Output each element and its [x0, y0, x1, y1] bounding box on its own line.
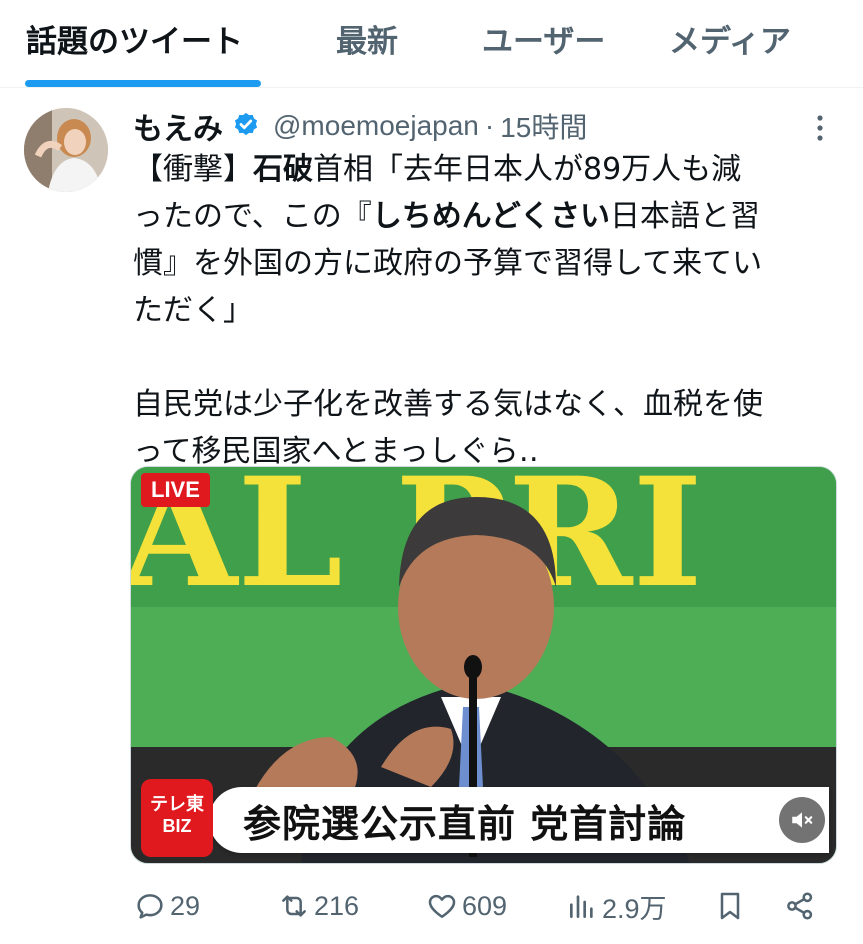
bookmark-icon [720, 892, 740, 920]
tab-latest[interactable]: 最新 [336, 20, 398, 64]
active-tab-indicator [25, 80, 261, 87]
tweet-actions: 29 216 609 2.9万 [130, 882, 835, 930]
video-caption: 参院選公示直前 党首討論 [243, 801, 687, 846]
share-button[interactable] [784, 888, 820, 924]
tab-top-tweets[interactable]: 話題のツイート [26, 20, 243, 64]
video-caption-bar: 参院選公示直前 党首討論 [209, 787, 829, 853]
heart-icon [428, 894, 456, 918]
verified-badge-icon [234, 112, 258, 136]
author-handle[interactable]: @moemoejapan [273, 110, 479, 142]
tweet-text-line: ったので、この『しちめんどくさい日本語と習 [133, 199, 761, 234]
bookmark-button[interactable] [714, 888, 750, 924]
tweet-video[interactable]: AL PRI LIVE 参院選公示直前 党首討論 テレ東 BIZ [130, 466, 837, 864]
tweet-text-line: 【衝撃】石破首相「去年日本人が89万人も減 [133, 152, 742, 187]
tweet-text-line: 慣』を外国の方に政府の予算で習得して来てい [133, 246, 763, 281]
meta-separator: · [484, 110, 495, 141]
author-name[interactable]: もえみ [133, 104, 223, 148]
reply-icon [137, 894, 163, 919]
retweet-icon [282, 895, 306, 917]
tweet-text-line: 自民党は少子化を改善する気はなく、血税を使 [133, 387, 763, 422]
retweet-count: 216 [314, 890, 360, 921]
views-count: 2.9万 [602, 893, 667, 924]
tab-users[interactable]: ユーザー [482, 20, 605, 64]
broadcaster-logo: テレ東 BIZ [141, 779, 213, 857]
search-tabs: 話題のツイート 最新 ユーザー メディア [0, 0, 863, 88]
share-icon [787, 892, 813, 920]
avatar[interactable] [24, 108, 108, 192]
reply-count: 29 [170, 890, 201, 921]
live-badge: LIVE [141, 473, 210, 507]
tweet-header: もえみ @moemoejapan · 15時間 [133, 104, 587, 148]
tweet-text-line: ただく」 [133, 293, 253, 328]
reply-button[interactable]: 29 [134, 888, 200, 924]
tab-media[interactable]: メディア [669, 20, 791, 64]
views-button[interactable]: 2.9万 [566, 888, 667, 924]
views-bar-icon [570, 895, 593, 918]
tweet-timestamp[interactable]: 15時間 [500, 106, 587, 146]
like-count: 609 [462, 890, 508, 921]
more-vertical-icon[interactable] [810, 112, 830, 144]
retweet-button[interactable]: 216 [278, 888, 359, 924]
like-button[interactable]: 609 [426, 888, 507, 924]
tweet-text: 【衝撃】石破首相「去年日本人が89万人も減 ったので、この『しちめんどくさい日本… [133, 146, 845, 475]
muted-speaker-icon [792, 812, 813, 828]
mute-button[interactable] [779, 797, 825, 843]
